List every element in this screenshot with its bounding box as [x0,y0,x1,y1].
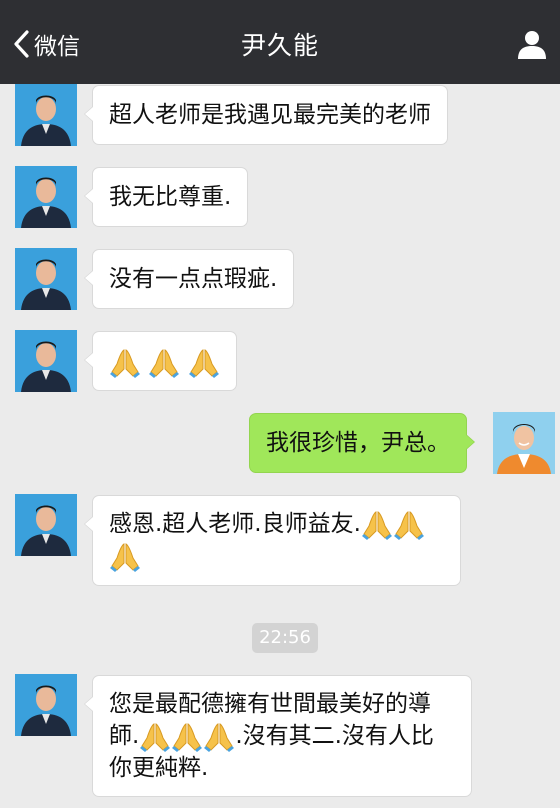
folded-hands-emoji-icon [140,722,171,752]
message-bubble[interactable] [84,331,237,391]
contact-avatar[interactable] [15,494,77,556]
message-bubble[interactable]: 我无比尊重. [83,167,249,227]
folded-hands-emoji-icon [110,348,140,378]
folded-hands-emoji-icon [361,510,392,540]
folded-hands-emoji-icon [188,348,219,378]
folded-hands-emoji-icon [204,722,235,752]
contact-avatar[interactable] [15,248,77,310]
message-bubble[interactable]: 感恩.超人老师.良师益友. [84,495,461,586]
message-text-line2-start: 師. [109,723,140,749]
nav-bar: 微信 尹久能 [0,0,560,84]
message-bubble[interactable]: 您是最配德擁有世間最美好的導 師. .沒有其二.沒有人比 你更純粹. [84,675,472,797]
folded-hands-emoji-icon [393,510,424,540]
message-text: 我很珍惜，尹总。 [266,430,450,456]
message-bubble[interactable]: 超人老师是我遇见最完美的老师 [84,85,448,145]
message-text: 没有一点点瑕疵. [109,266,278,292]
message-text-line3: 你更純粹. [109,755,209,781]
timestamp: 22:56 [252,623,318,653]
contact-avatar[interactable] [15,166,77,228]
message-text: 我无比尊重. [109,184,232,210]
message-text: 超人老师是我遇见最完美的老师 [109,102,431,128]
folded-hands-emoji-icon [149,348,180,378]
message-bubble[interactable]: 没有一点点瑕疵. [83,249,295,309]
message-text-line1: 您是最配德擁有世間最美好的導 [109,691,431,717]
message-bubble-outgoing[interactable]: 我很珍惜，尹总。 [249,413,475,473]
profile-button[interactable] [516,28,548,60]
contact-avatar[interactable] [15,84,77,146]
person-icon [518,31,546,59]
self-avatar[interactable] [493,412,555,474]
message-text: 感恩.超人老师.良师益友. [109,511,361,537]
contact-avatar[interactable] [15,674,77,736]
chat-title: 尹久能 [240,31,319,60]
contact-avatar[interactable] [15,330,77,392]
folded-hands-emoji-icon [172,722,203,752]
folded-hands-emoji-icon [110,542,140,572]
message-text-line2-end: .沒有其二.沒有人比 [235,723,434,749]
